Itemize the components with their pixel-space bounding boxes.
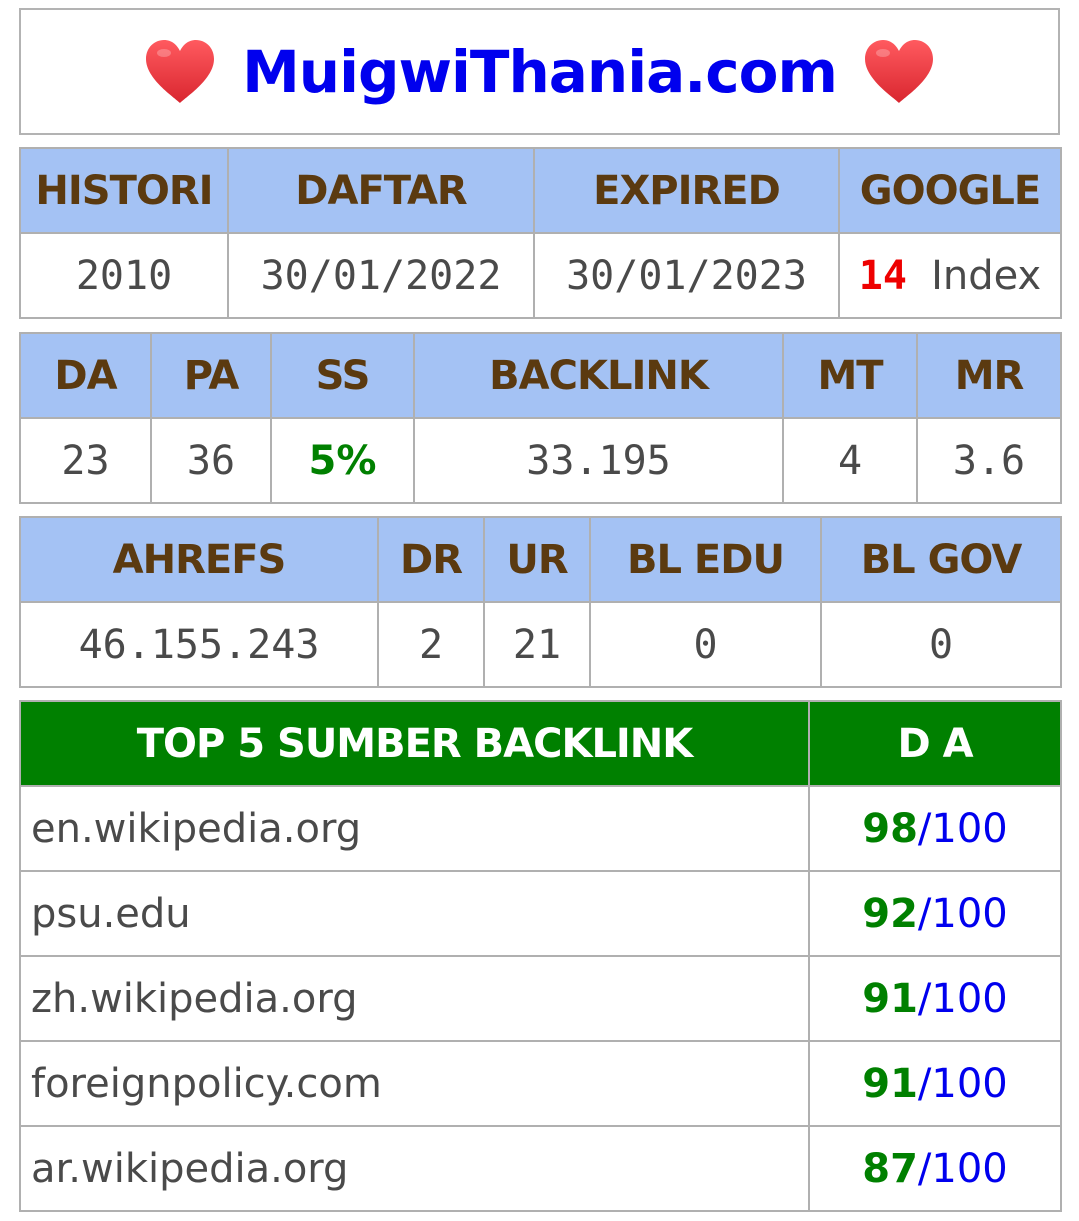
score-separator: / (917, 805, 932, 852)
backlink-site[interactable]: en.wikipedia.org (19, 785, 810, 872)
dr-header: DR (377, 516, 485, 603)
domain-info-table: HISTORI DAFTAR EXPIRED GOOGLE 2010 30/01… (19, 147, 1062, 319)
ahrefs-header: AHREFS (19, 516, 379, 603)
backlink-site[interactable]: foreignpolicy.com (19, 1040, 810, 1127)
score-separator: / (917, 975, 932, 1022)
score-da: 98 (862, 805, 918, 852)
heart-icon (864, 39, 933, 103)
google-index-count: 14 (858, 252, 907, 299)
da-value: 23 (19, 417, 152, 504)
score-separator: / (917, 890, 932, 937)
ss-value: 5% (308, 437, 377, 484)
ur-header: UR (483, 516, 591, 603)
bl-gov-header: BL GOV (820, 516, 1062, 603)
backlink-value: 33.195 (413, 417, 784, 504)
score-separator: / (917, 1145, 932, 1192)
ahrefs-table: AHREFS DR UR BL EDU BL GOV 46.155.243 2 … (19, 516, 1062, 688)
score-da: 91 (862, 975, 918, 1022)
ahrefs-value: 46.155.243 (19, 601, 379, 688)
bl-edu-value: 0 (589, 601, 822, 688)
top-backlinks-header: TOP 5 SUMBER BACKLINK (19, 700, 810, 787)
score-da: 87 (862, 1145, 918, 1192)
ur-value: 21 (483, 601, 591, 688)
table-row: zh.wikipedia.org 91/100 (19, 955, 1062, 1042)
table-row: psu.edu 92/100 (19, 870, 1062, 957)
backlink-site[interactable]: zh.wikipedia.org (19, 955, 810, 1042)
backlink-score: 87/100 (808, 1125, 1062, 1212)
backlink-header: BACKLINK (413, 332, 784, 419)
dr-value: 2 (377, 601, 485, 688)
mt-header: MT (782, 332, 918, 419)
backlink-score: 91/100 (808, 1040, 1062, 1127)
ss-header: SS (270, 332, 415, 419)
table-row: en.wikipedia.org 98/100 (19, 785, 1062, 872)
pa-value: 36 (150, 417, 272, 504)
mt-value: 4 (782, 417, 918, 504)
site-title-box: MuigwiThania.com (19, 8, 1060, 135)
daftar-value: 30/01/2022 (227, 232, 535, 319)
bl-gov-value: 0 (820, 601, 1062, 688)
ss-value-cell: 5% (270, 417, 415, 504)
pa-header: PA (150, 332, 272, 419)
top-backlinks-table: TOP 5 SUMBER BACKLINK D A en.wikipedia.o… (19, 700, 1062, 1212)
expired-header: EXPIRED (533, 147, 840, 234)
backlink-score: 92/100 (808, 870, 1062, 957)
score-max: 100 (931, 975, 1008, 1022)
moz-metrics-table: DA PA SS BACKLINK MT MR 23 36 5% 33.195 … (19, 332, 1062, 504)
daftar-header: DAFTAR (227, 147, 535, 234)
table-row: ar.wikipedia.org 87/100 (19, 1125, 1062, 1212)
score-max: 100 (931, 1145, 1008, 1192)
score-da: 92 (862, 890, 918, 937)
da-column-header: D A (808, 700, 1062, 787)
score-max: 100 (931, 1060, 1008, 1107)
histori-header: HISTORI (19, 147, 229, 234)
score-max: 100 (931, 890, 1008, 937)
google-header: GOOGLE (838, 147, 1062, 234)
backlink-score: 91/100 (808, 955, 1062, 1042)
table-row: foreignpolicy.com 91/100 (19, 1040, 1062, 1127)
google-index-label: Index (931, 252, 1042, 299)
histori-value: 2010 (19, 232, 229, 319)
site-title[interactable]: MuigwiThania.com (242, 38, 838, 106)
score-max: 100 (931, 805, 1008, 852)
google-index-cell: 14 Index (838, 232, 1062, 319)
mr-header: MR (916, 332, 1062, 419)
backlink-site[interactable]: ar.wikipedia.org (19, 1125, 810, 1212)
heart-icon (146, 39, 215, 103)
backlink-score: 98/100 (808, 785, 1062, 872)
expired-value: 30/01/2023 (533, 232, 840, 319)
score-separator: / (917, 1060, 932, 1107)
bl-edu-header: BL EDU (589, 516, 822, 603)
backlink-site[interactable]: psu.edu (19, 870, 810, 957)
score-da: 91 (862, 1060, 918, 1107)
mr-value: 3.6 (916, 417, 1062, 504)
da-header: DA (19, 332, 152, 419)
